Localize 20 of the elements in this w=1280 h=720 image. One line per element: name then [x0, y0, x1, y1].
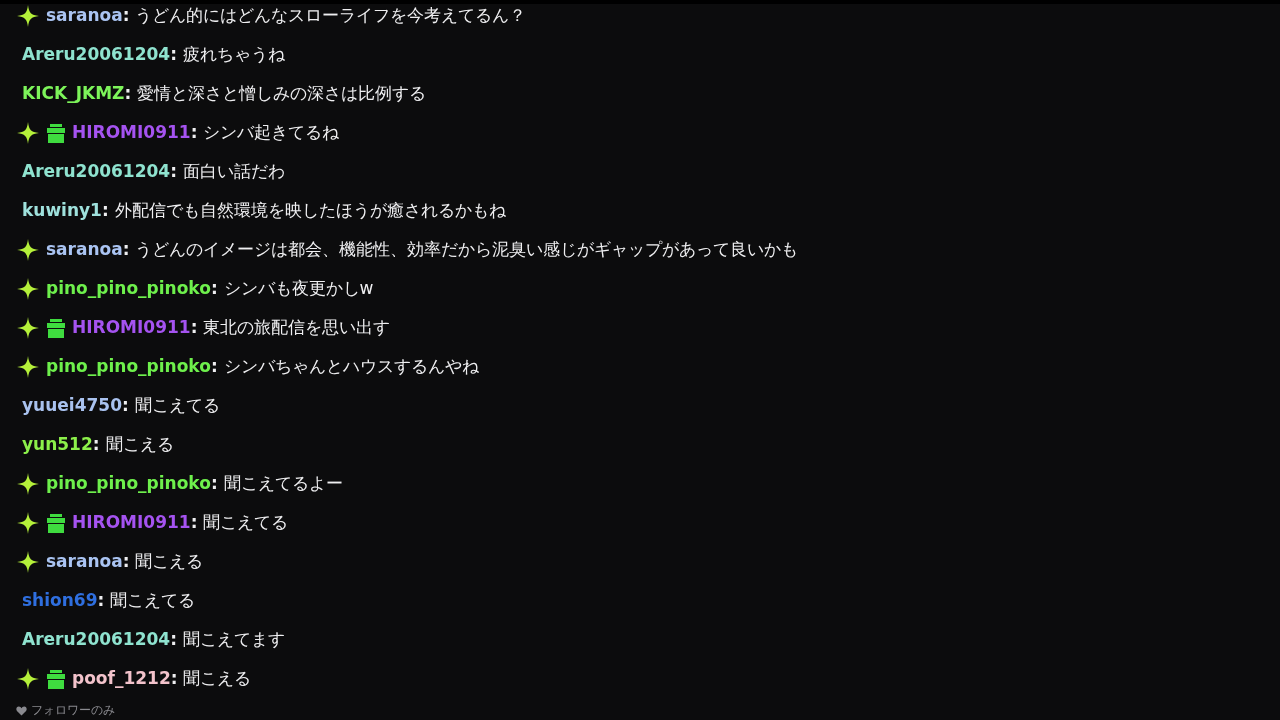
chat-message: HIROMI0911: シンバ起きてるね [72, 121, 340, 144]
chat-message: HIROMI0911: 聞こえてる [72, 511, 289, 534]
chat-message: saranoa: うどん的にはどんなスローライフを今考えてるん？ [46, 4, 527, 27]
chat-mode-label: フォロワーのみ [31, 702, 115, 719]
heart-icon [16, 705, 27, 716]
chat-message: kuwiny1: 外配信でも自然環境を映したほうが癒されるかもね [22, 199, 506, 222]
chat-message: poof_1212: 聞こえる [72, 667, 252, 690]
chat-message: yun512: 聞こえる [22, 433, 174, 456]
chat-message: saranoa: うどんのイメージは都会、機能性、効率だから泥臭い感じがギャップがあって良いかも [46, 238, 799, 261]
chat-message: KICK_JKMZ: 愛情と深さと憎しみの深さは比例する [22, 82, 427, 105]
chat-message: pino_pino_pinoko: 聞こえてるよー [46, 472, 343, 495]
chat-message: Areru20061204: 疲れちゃうね [22, 43, 285, 66]
chat-message: shion69: 聞こえてる [22, 589, 196, 612]
chat-message: Areru20061204: 面白い話だわ [22, 160, 285, 183]
chat-message: Areru20061204: 聞こえてます [22, 628, 285, 651]
chat-message: pino_pino_pinoko: シンバちゃんとハウスするんやね [46, 355, 479, 378]
chat-message: pino_pino_pinoko: シンバも夜更かしw [46, 277, 374, 300]
chat-message: HIROMI0911: 東北の旅配信を思い出す [72, 316, 391, 339]
chat-message: saranoa: 聞こえる [46, 550, 204, 573]
chat-message: yuuei4750: 聞こえてる [22, 394, 220, 417]
